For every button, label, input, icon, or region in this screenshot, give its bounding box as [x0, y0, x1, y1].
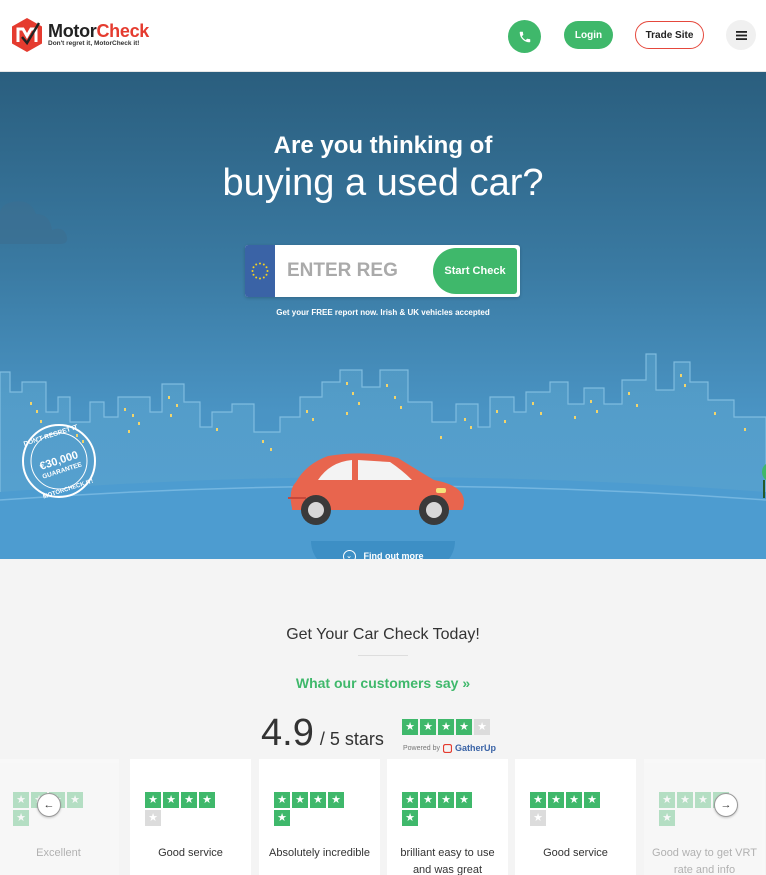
review-text: Good way to get VRT rate and info: [652, 847, 757, 875]
chevron-down-icon: ⌄: [342, 549, 356, 559]
logo-name-check: Check: [96, 21, 150, 41]
hero-title-line2: buying a used car?: [222, 162, 544, 204]
star-icon: ★: [402, 792, 418, 808]
arrow-right-icon: →: [720, 799, 732, 811]
rating-summary: 4.9 / 5 stars: [261, 712, 384, 755]
star-icon: ★: [438, 719, 454, 735]
star-icon: ★: [402, 810, 418, 826]
star-icon: ★: [13, 792, 29, 808]
trade-site-button[interactable]: Trade Site: [635, 21, 704, 49]
motorcheck-logo-icon: [12, 18, 42, 52]
star-icon: ★: [456, 792, 472, 808]
logo-tagline: Don't regret it, MotorCheck it!: [48, 40, 140, 47]
section-divider: [358, 655, 408, 656]
red-car-illustration: [288, 453, 464, 525]
star-icon: ★: [659, 810, 675, 826]
find-out-more-button[interactable]: ⌄ Find out more: [311, 541, 455, 559]
review-text: Excellent: [36, 847, 81, 859]
star-icon: ★: [548, 792, 564, 808]
review-card[interactable]: ★ ★ ★ ★ ★ Absolutely incredible: [259, 759, 380, 875]
hamburger-menu-icon: [735, 30, 747, 40]
gatherup-name: GatherUp: [454, 743, 496, 753]
phone-button[interactable]: [508, 20, 541, 53]
review-text: Good service: [158, 847, 223, 859]
review-text: brilliant easy to use and was great: [400, 847, 495, 875]
customers-say-link[interactable]: What our customers say »: [0, 675, 766, 691]
hero-section: Are you thinking of buying a used car? S…: [0, 72, 766, 559]
powered-by-label: Powered by: [403, 744, 440, 752]
registration-input[interactable]: [287, 251, 437, 291]
phone-icon: [519, 31, 530, 42]
star-icon: ★: [530, 792, 546, 808]
star-icon: ★: [181, 792, 197, 808]
star-icon: ★: [566, 792, 582, 808]
star-icon: ★: [274, 792, 290, 808]
carousel-prev-button[interactable]: ←: [37, 793, 61, 817]
review-stars: ★★★★★: [402, 792, 482, 826]
review-stars: ★★★★★: [274, 792, 354, 826]
start-check-button[interactable]: Start Check: [433, 248, 517, 294]
star-icon: ★: [677, 792, 693, 808]
arrow-left-icon: ←: [43, 799, 55, 811]
star-icon: ★: [67, 792, 83, 808]
star-icon: ★: [456, 719, 472, 735]
review-card[interactable]: ★ ★ ★ ★ ★ Good service: [515, 759, 636, 875]
registration-search-box: Start Check: [245, 245, 520, 297]
review-card[interactable]: ★★★★★ Good way to get VRT rate and info: [644, 759, 765, 875]
motorcheck-logo[interactable]: MotorCheck Don't regret it, MotorCheck i…: [10, 17, 149, 53]
star-icon: ★: [659, 792, 675, 808]
star-icon: ★: [420, 792, 436, 808]
logo-name-motor: Motor: [48, 21, 97, 41]
rating-out-of: / 5 stars: [319, 729, 384, 749]
site-header: MotorCheck Don't regret it, MotorCheck i…: [0, 0, 766, 72]
powered-by[interactable]: Powered by GatherUp: [403, 743, 496, 753]
review-text: Good service: [543, 847, 608, 859]
star-icon: ★: [199, 792, 215, 808]
carousel-next-button[interactable]: →: [714, 793, 738, 817]
star-icon: ★: [274, 810, 290, 826]
hero-title-line1: Are you thinking of: [273, 132, 493, 159]
star-icon: ★: [292, 792, 308, 808]
rating-stars: ★ ★ ★ ★ ★: [402, 719, 490, 735]
menu-button[interactable]: [726, 20, 756, 50]
star-icon: ★: [163, 792, 179, 808]
review-card[interactable]: ★ ★ ★ ★ ★ brilliant easy to use and was grea…: [387, 759, 508, 875]
star-icon: ★: [328, 792, 344, 808]
star-icon: ★: [438, 792, 454, 808]
star-icon: ★: [584, 792, 600, 808]
find-out-more-label: Find out more: [363, 551, 424, 559]
star-icon: ★: [13, 810, 29, 826]
reviews-carousel: ★★★★★ Excellent ★★★★★ Good service ★★★★★…: [0, 759, 766, 875]
review-card[interactable]: ★ ★ ★ ★ ★ Good service: [130, 759, 251, 875]
star-icon: ★: [420, 719, 436, 735]
star-empty-icon: ★: [530, 810, 546, 826]
logo-name: MotorCheck: [48, 22, 149, 40]
login-button[interactable]: Login: [564, 21, 613, 49]
star-icon: ★: [145, 792, 161, 808]
star-icon: ★: [310, 792, 326, 808]
section-title: Get Your Car Check Today!: [286, 626, 480, 643]
rating-score: 4.9: [261, 712, 314, 754]
star-icon: ★: [402, 719, 418, 735]
guarantee-badge: DON'T REGRET IT €30,000 GUARANTEE MOTORC…: [22, 424, 96, 500]
star-icon: ★: [695, 792, 711, 808]
review-stars: ★★★★★: [530, 792, 610, 826]
star-empty-icon: ★: [474, 719, 490, 735]
review-stars: ★★★★★: [145, 792, 225, 826]
gatherup-logo-icon: [442, 743, 452, 753]
eu-stars-icon: [251, 262, 269, 280]
hero-subtitle: Get your FREE report now. Irish & UK veh…: [276, 308, 490, 317]
eu-flag-strip: [245, 245, 275, 297]
review-text: Absolutely incredible: [269, 847, 370, 859]
review-card[interactable]: ★★★★★ Excellent: [0, 759, 119, 875]
star-empty-icon: ★: [145, 810, 161, 826]
